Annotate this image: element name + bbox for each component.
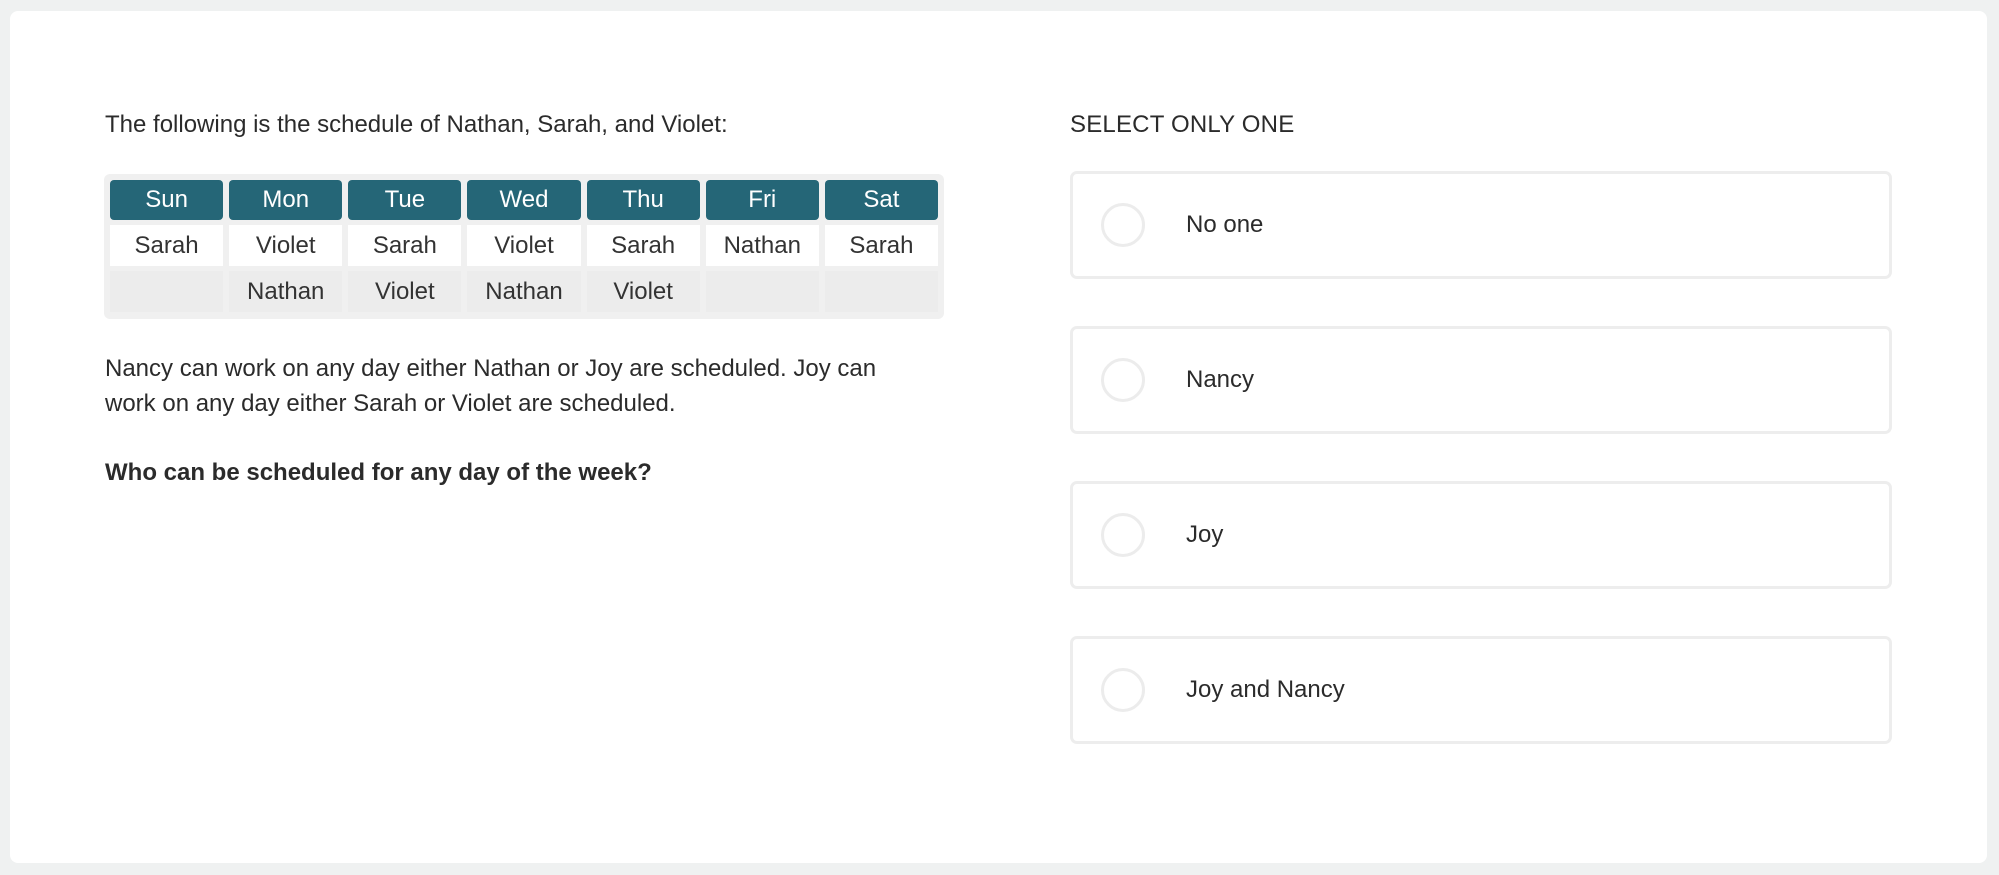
schedule-cell: Violet: [229, 225, 343, 266]
schedule-cell: Nathan: [467, 271, 581, 312]
option-no-one[interactable]: No one: [1070, 171, 1892, 279]
option-label: No one: [1186, 211, 1264, 238]
question-text: Who can be scheduled for any day of the …: [105, 459, 652, 486]
select-instruction: SELECT ONLY ONE: [1070, 111, 1295, 138]
schedule-cell: Sarah: [586, 225, 700, 266]
day-header: Wed: [467, 180, 581, 220]
day-header: Tue: [348, 180, 462, 220]
radio-icon[interactable]: [1101, 513, 1145, 557]
option-label: Nancy: [1186, 366, 1255, 393]
schedule-table: Sun Mon Tue Wed Thu Fri Sat Sarah Violet…: [104, 174, 944, 319]
schedule-cell: Sarah: [348, 225, 462, 266]
option-label: Joy: [1186, 521, 1224, 548]
schedule-cell: [824, 271, 938, 312]
schedule-cell: [705, 271, 819, 312]
day-header: Sat: [824, 180, 938, 220]
intro-text: The following is the schedule of Nathan,…: [105, 111, 728, 138]
option-label: Joy and Nancy: [1186, 676, 1345, 703]
schedule-cell: Violet: [348, 271, 462, 312]
option-joy[interactable]: Joy: [1070, 481, 1892, 589]
option-nancy[interactable]: Nancy: [1070, 326, 1892, 434]
radio-icon[interactable]: [1101, 358, 1145, 402]
schedule-cell: Sarah: [110, 225, 224, 266]
day-header: Fri: [705, 180, 819, 220]
day-header: Sun: [110, 180, 224, 220]
rules-text: Nancy can work on any day either Nathan …: [105, 355, 877, 417]
schedule-cell: Nathan: [229, 271, 343, 312]
day-header: Thu: [586, 180, 700, 220]
question-card: The following is the schedule of Nathan,…: [10, 11, 1987, 863]
schedule-cell: Violet: [586, 271, 700, 312]
schedule-cell: Nathan: [705, 225, 819, 266]
radio-icon[interactable]: [1101, 203, 1145, 247]
radio-icon[interactable]: [1101, 668, 1145, 712]
schedule-cell: Sarah: [824, 225, 938, 266]
schedule-cell: Violet: [467, 225, 581, 266]
option-joy-and-nancy[interactable]: Joy and Nancy: [1070, 636, 1892, 744]
day-header: Mon: [229, 180, 343, 220]
schedule-cell: [110, 271, 224, 312]
